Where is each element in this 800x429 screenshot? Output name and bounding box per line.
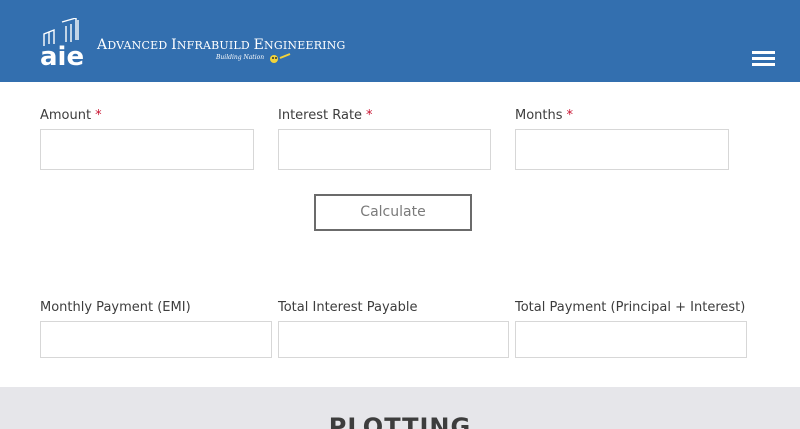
total-interest-output[interactable] (278, 321, 509, 358)
building-logo-icon: aie (40, 18, 84, 68)
tagline-flourish-icon (270, 53, 291, 63)
brand-tagline: Building Nation (216, 54, 265, 61)
hamburger-menu-button[interactable] (752, 49, 778, 67)
total-payment-output[interactable] (515, 321, 747, 358)
interest-rate-input[interactable] (278, 129, 491, 170)
hamburger-icon-bar-bottom (752, 63, 775, 66)
hamburger-icon-bar-top (752, 51, 775, 54)
required-marker: * (366, 108, 373, 123)
hamburger-icon-bar-middle (752, 57, 775, 60)
amount-label: Amount * (40, 108, 102, 123)
emi-label: Monthly Payment (EMI) (40, 300, 191, 315)
plotting-title: PLOTTING (328, 413, 472, 429)
months-label: Months * (515, 108, 574, 123)
emi-output[interactable] (40, 321, 272, 358)
amount-input[interactable] (40, 129, 254, 170)
company-logo[interactable]: aie ADVANCED INFRABUILD ENGINEERING Buil… (40, 18, 345, 68)
brand-name: ADVANCED INFRABUILD ENGINEERING (97, 37, 346, 53)
total-interest-label: Total Interest Payable (278, 300, 418, 315)
calculate-button[interactable]: Calculate (314, 194, 472, 231)
interest-rate-label: Interest Rate * (278, 108, 373, 123)
logo-letters: aie (40, 42, 84, 68)
total-payment-label: Total Payment (Principal + Interest) (515, 300, 746, 315)
plotting-section: PLOTTING (0, 387, 800, 429)
months-input[interactable] (515, 129, 729, 170)
required-marker: * (566, 108, 574, 123)
site-header: aie ADVANCED INFRABUILD ENGINEERING Buil… (0, 0, 800, 82)
required-marker: * (95, 108, 102, 123)
